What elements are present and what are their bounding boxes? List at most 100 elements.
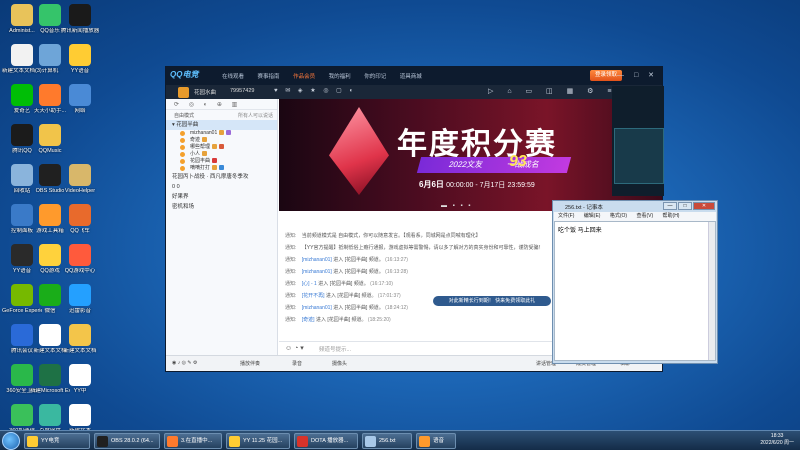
message-user[interactable]: [花开不再] xyxy=(302,293,325,299)
desktop-icon[interactable]: QQMusic xyxy=(30,124,70,155)
chat-area: 通知: 当前频道模式是 自由模式，你可以随意发言。【观看系，同城网是点同喊有理化… xyxy=(279,211,554,341)
user-item[interactable]: 奇迹 xyxy=(166,137,277,144)
chat-input-bar[interactable]: ☺ ◔ ▾ 频道号提示... xyxy=(279,341,554,353)
banner-pager[interactable]: ▬ ▪ ▪ ▪ xyxy=(441,203,472,209)
taskbar-item-label: 256.txt xyxy=(379,438,396,444)
user-item[interactable]: 嘀嘀打打 xyxy=(166,165,277,172)
desktop-icon[interactable]: 网络 xyxy=(60,84,100,115)
home-icon[interactable] xyxy=(178,87,189,98)
taskbar-app-icon xyxy=(419,436,430,447)
taskbar-item[interactable]: 语音 xyxy=(416,433,456,449)
message-user[interactable]: [mizhanan01] xyxy=(302,269,332,275)
channel-item[interactable]: 花园丙卜战役 · 西凡摩唐冬季攻 xyxy=(166,172,277,182)
nav-item-welfare[interactable]: 我的福利 xyxy=(329,74,351,80)
nav-item-works[interactable]: 作品会员 xyxy=(293,74,315,80)
message-user[interactable]: [心] - 1 xyxy=(302,281,317,287)
app-icon xyxy=(69,44,91,66)
taskbar-item[interactable]: 3.在直播中... xyxy=(164,433,222,449)
taskbar-item[interactable]: YY 11.25 花园... xyxy=(226,433,290,449)
clock[interactable]: 18:33 2022/6/20 周一 xyxy=(760,433,794,447)
app-icon xyxy=(39,364,61,386)
desktop-icon[interactable]: YY中 xyxy=(60,364,100,395)
room-right-icons[interactable]: ▷ ⌂ ▭ ◫ ▦ ⚙ ≡ xyxy=(488,87,617,95)
nav-item-guide[interactable]: 赛事指南 xyxy=(258,74,280,80)
taskbar-item-label: YY电竞 xyxy=(41,438,60,444)
message-label: 通知: xyxy=(285,305,297,311)
desktop-icon-label: VideoHelper xyxy=(64,188,96,194)
taskbar-item[interactable]: DOTA 播放器... xyxy=(294,433,358,449)
menu-edit[interactable]: 编辑(E) xyxy=(584,213,601,219)
chat-input[interactable]: 频道号提示... xyxy=(319,345,351,353)
desktop-icon-label: QQMusic xyxy=(38,148,62,154)
room-name: 花园水曲 xyxy=(194,90,217,96)
channel-panel-tool-icons[interactable]: ⟳ ◎ ◐ ⊕ ▥ xyxy=(166,99,277,110)
user-item[interactable]: 花园丰曲 xyxy=(166,158,277,165)
promo-float-button[interactable]: 对此新精长行到期！ 快来免费领取此礼 xyxy=(433,296,551,306)
desktop: Administ...QQ音乐腾讯新闻播放器新建文本文档(3).txt计算机YY… xyxy=(0,0,800,450)
desktop-icon[interactable]: QQ飞车 xyxy=(60,204,100,235)
maximize-button[interactable]: □ xyxy=(678,202,692,210)
notepad-scrollbar[interactable] xyxy=(708,222,715,360)
channel-item[interactable]: 好果界 xyxy=(166,192,277,202)
app-icon xyxy=(39,4,61,26)
taskbar-item[interactable]: 256.txt xyxy=(362,433,412,449)
desktop-icon[interactable]: 迅雷影音 xyxy=(60,284,100,315)
window-controls[interactable]: — □ ✕ xyxy=(617,71,658,79)
taskbar-app-icon xyxy=(229,436,240,447)
taskbar-item-label: 语音 xyxy=(433,438,445,444)
message-text: 当前频道模式是 自由模式，你可以随意发言。【观看系，同城网是点同喊有理化】 xyxy=(301,233,481,239)
nav-item-watch[interactable]: 在线观看 xyxy=(222,74,244,80)
bottom-camera[interactable]: 摄像头 xyxy=(332,360,347,367)
chat-message: 通知: 当前频道模式是 自由模式，你可以随意发言。【观看系，同城网是点同喊有理化… xyxy=(285,233,548,240)
message-user[interactable]: [奇迹] xyxy=(302,317,315,323)
nav-item-marks[interactable]: 你的印记 xyxy=(364,74,386,80)
channel-item-current[interactable]: ▾ 花园半曲 xyxy=(166,120,277,130)
user-item[interactable]: 哪些帮理 xyxy=(166,144,277,151)
message-label: 通知: xyxy=(285,245,297,251)
menu-help[interactable]: 帮助(H) xyxy=(663,213,680,219)
banner-number: 93 xyxy=(509,153,527,170)
channel-item[interactable]: 0 0 xyxy=(166,182,277,192)
room-tool-icons[interactable]: ♥ ✉ ◈ ★ ◎ ▢ ◐ xyxy=(274,87,356,94)
start-button[interactable] xyxy=(2,432,20,450)
app-icon xyxy=(69,244,91,266)
desktop-icon[interactable]: 新建文本文档 xyxy=(60,324,100,355)
message-user[interactable]: [mizhanan01] xyxy=(302,305,332,311)
taskbar-app-icon xyxy=(97,436,108,447)
desktop-icon[interactable]: VideoHelper xyxy=(60,164,100,195)
notepad-text-area[interactable]: 吃个饭 马上回来 xyxy=(554,221,716,361)
user-item[interactable]: mizhanan01 xyxy=(166,130,277,137)
message-text: 进入 [花园半曲] 频道。 xyxy=(333,269,384,275)
qq-topbar: QQ电竞 在线观看 赛事指南 作品会员 我的福利 你的印记 道具商城 登录领取 … xyxy=(166,67,662,85)
taskbar-item[interactable]: YY电竞 xyxy=(24,433,90,449)
channel-item[interactable]: 密机和场 xyxy=(166,202,277,212)
taskbar-item-label: 3.在直播中... xyxy=(181,438,213,444)
desktop-icon-label: 迅雷影音 xyxy=(68,308,91,314)
qq-logo: QQ电竞 xyxy=(170,70,199,79)
minimize-button[interactable]: — xyxy=(663,202,677,210)
event-banner[interactable]: 年度积分赛 2022文友 一战成名 93 6月6日 00:00:00 - 7月1… xyxy=(279,99,662,211)
bottom-icons[interactable]: ◉ ♪ ◎ ✎ ⚙ xyxy=(172,360,197,366)
desktop-icon-label: YY中 xyxy=(73,388,87,394)
menu-file[interactable]: 文件(F) xyxy=(558,213,574,219)
message-user[interactable]: [mizhanan01] xyxy=(302,257,332,263)
menu-format[interactable]: 格式(O) xyxy=(610,213,627,219)
bottom-play-accompaniment[interactable]: 播放伴奏 xyxy=(240,360,260,367)
chat-message: 通知: [奇迹] 进入 [花园半曲] 频道。 (18:25:20) xyxy=(285,317,548,324)
bottom-record[interactable]: 录音 xyxy=(292,360,302,367)
app-icon xyxy=(39,84,61,106)
message-text: 进入 [花园半曲] 频道。 xyxy=(318,281,369,287)
taskbar-app-icon xyxy=(365,436,376,447)
desktop-icon[interactable]: YY语音 xyxy=(60,44,100,75)
emoji-icon[interactable]: ☺ ◔ ▾ xyxy=(285,344,304,352)
chat-message: 通知: [mizhanan01] 进入 [花园半曲] 频道。 (18:24:12… xyxy=(285,305,548,312)
desktop-icon[interactable]: QQ游戏中心 xyxy=(60,244,100,275)
menu-view[interactable]: 查看(V) xyxy=(636,213,653,219)
taskbar-item[interactable]: OBS 28.0.2 (64... xyxy=(94,433,160,449)
taskbar-app-icon xyxy=(27,436,38,447)
desktop-icon[interactable]: 腾讯新闻播放器 xyxy=(60,4,100,35)
nav-item-store[interactable]: 道具商城 xyxy=(400,74,422,80)
message-text: 进入 [花园半曲] 频道。 xyxy=(315,317,367,323)
close-button[interactable]: ✕ xyxy=(693,202,715,210)
user-item[interactable]: 小人 xyxy=(166,151,277,158)
